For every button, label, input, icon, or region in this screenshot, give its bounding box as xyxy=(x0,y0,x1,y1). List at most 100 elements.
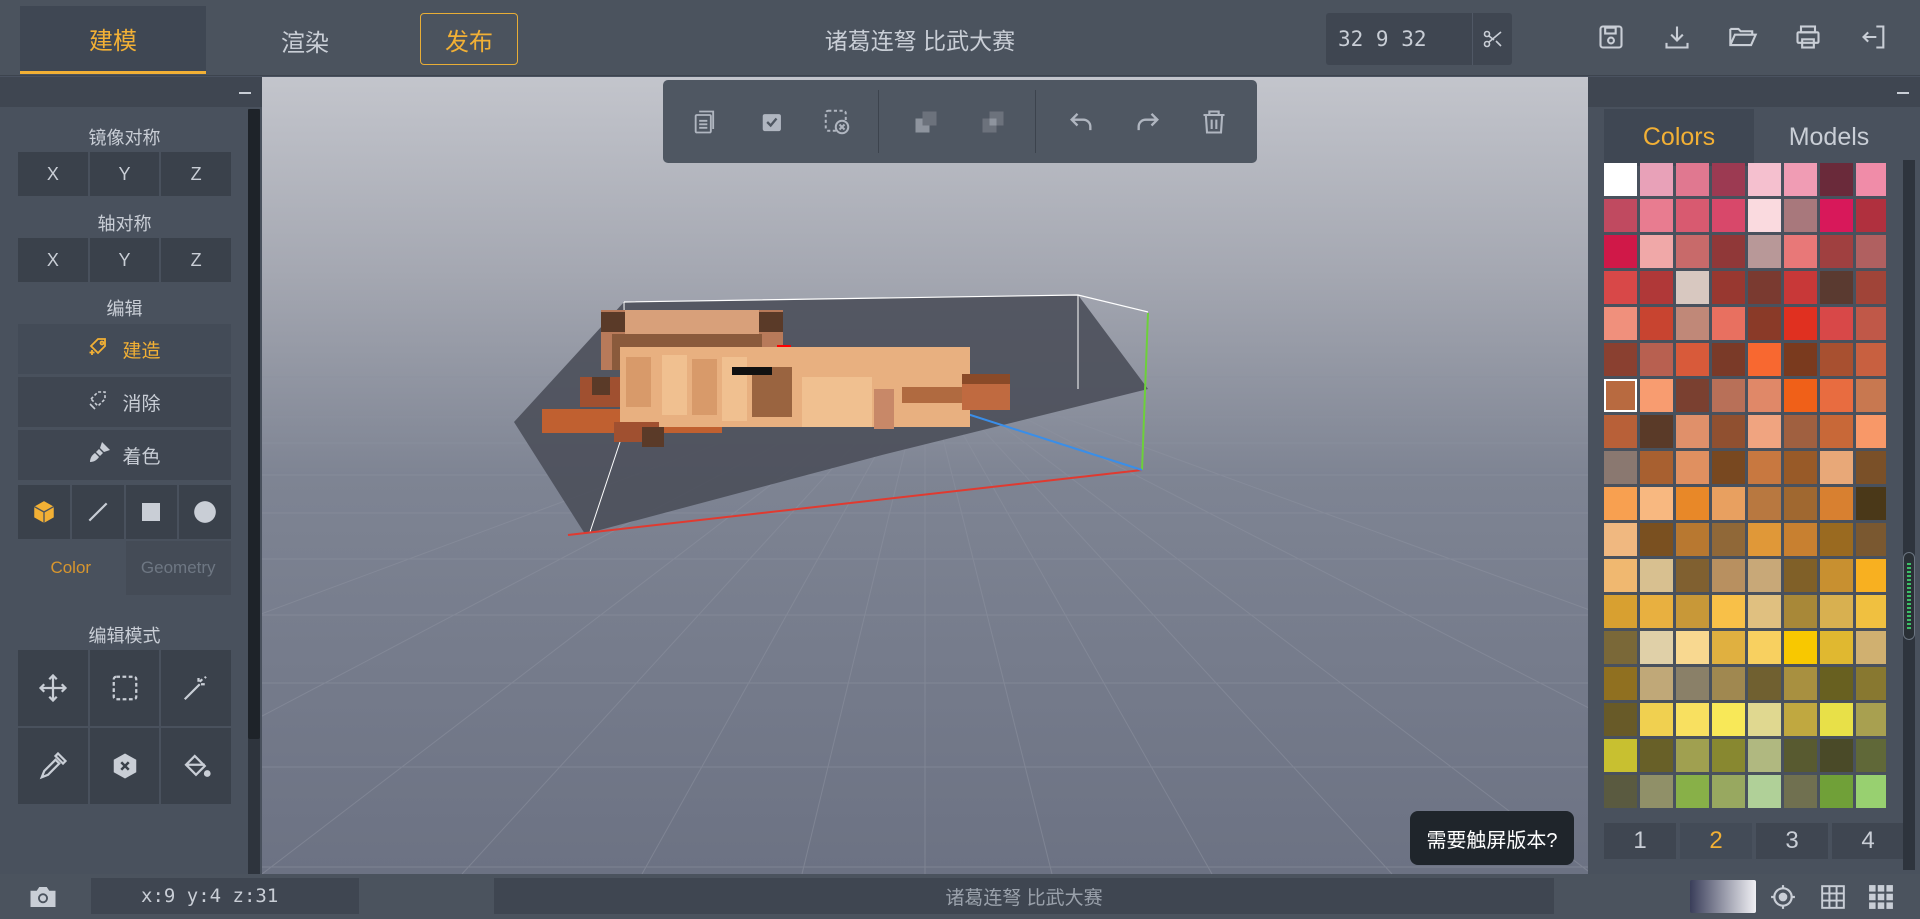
palette-scroll-thumb[interactable] xyxy=(1903,552,1915,640)
copy-icon[interactable] xyxy=(685,102,725,142)
color-swatch[interactable] xyxy=(1784,595,1817,628)
undo-icon[interactable] xyxy=(1061,102,1101,142)
color-swatch[interactable] xyxy=(1712,775,1745,808)
magic-wand-icon[interactable] xyxy=(161,650,232,726)
color-swatch[interactable] xyxy=(1856,199,1886,232)
color-swatch[interactable] xyxy=(1712,343,1745,376)
color-swatch[interactable] xyxy=(1640,379,1673,412)
color-swatch[interactable] xyxy=(1748,559,1781,592)
color-swatch[interactable] xyxy=(1856,703,1886,736)
color-swatch[interactable] xyxy=(1712,703,1745,736)
color-swatch[interactable] xyxy=(1604,307,1637,340)
color-swatch[interactable] xyxy=(1676,415,1709,448)
publish-button[interactable]: 发布 xyxy=(420,13,518,65)
target-icon[interactable] xyxy=(1768,882,1798,912)
3d-viewport[interactable] xyxy=(262,77,1588,874)
square-icon[interactable] xyxy=(125,485,178,539)
dimensions-field[interactable]: 32 9 32 xyxy=(1326,13,1512,65)
color-swatch[interactable] xyxy=(1712,667,1745,700)
color-swatch[interactable] xyxy=(1820,595,1853,628)
color-swatch[interactable] xyxy=(1604,451,1637,484)
folder-open-icon[interactable] xyxy=(1726,20,1760,54)
color-swatch[interactable] xyxy=(1856,451,1886,484)
color-swatch[interactable] xyxy=(1748,667,1781,700)
merge-icon[interactable] xyxy=(906,102,946,142)
color-swatch[interactable] xyxy=(1676,487,1709,520)
color-swatch[interactable] xyxy=(1640,235,1673,268)
color-swatch[interactable] xyxy=(1712,559,1745,592)
grid-bold-icon[interactable] xyxy=(1866,882,1896,912)
color-swatch[interactable] xyxy=(1712,739,1745,772)
color-swatch[interactable] xyxy=(1676,379,1709,412)
paint-bucket-icon[interactable] xyxy=(161,728,232,804)
color-swatch[interactable] xyxy=(1784,271,1817,304)
color-swatch[interactable] xyxy=(1820,739,1853,772)
color-swatch[interactable] xyxy=(1748,631,1781,664)
color-swatch[interactable] xyxy=(1820,703,1853,736)
color-swatch[interactable] xyxy=(1640,523,1673,556)
color-swatch[interactable] xyxy=(1712,595,1745,628)
color-swatch[interactable] xyxy=(1712,163,1745,196)
paint-mode-button[interactable]: 着色 xyxy=(18,430,231,480)
color-swatch[interactable] xyxy=(1748,523,1781,556)
color-swatch[interactable] xyxy=(1856,739,1886,772)
color-swatch[interactable] xyxy=(1856,523,1886,556)
color-swatch[interactable] xyxy=(1712,379,1745,412)
color-swatch[interactable] xyxy=(1784,559,1817,592)
color-swatch[interactable] xyxy=(1712,487,1745,520)
color-swatch[interactable] xyxy=(1604,667,1637,700)
tab-render[interactable]: 渲染 xyxy=(210,6,400,74)
color-swatch[interactable] xyxy=(1676,199,1709,232)
color-swatch[interactable] xyxy=(1820,523,1853,556)
color-swatch[interactable] xyxy=(1604,739,1637,772)
color-swatch[interactable] xyxy=(1820,271,1853,304)
background-gradient-swatch[interactable] xyxy=(1690,880,1756,913)
color-swatch[interactable] xyxy=(1820,559,1853,592)
color-swatch[interactable] xyxy=(1784,451,1817,484)
remove-hex-icon[interactable] xyxy=(89,728,160,804)
color-swatch[interactable] xyxy=(1676,739,1709,772)
select-box-icon[interactable] xyxy=(89,650,160,726)
color-swatch[interactable] xyxy=(1604,235,1637,268)
color-swatch[interactable] xyxy=(1820,415,1853,448)
left-scrollbar[interactable] xyxy=(248,109,260,874)
color-swatch[interactable] xyxy=(1640,307,1673,340)
color-swatch[interactable] xyxy=(1676,235,1709,268)
tab-colors[interactable]: Colors xyxy=(1604,109,1754,166)
tab-models[interactable]: Models xyxy=(1754,109,1904,166)
color-swatch[interactable] xyxy=(1640,163,1673,196)
color-swatch[interactable] xyxy=(1820,163,1853,196)
color-swatch[interactable] xyxy=(1604,271,1637,304)
tab-color[interactable]: Color xyxy=(18,541,124,595)
color-swatch[interactable] xyxy=(1640,487,1673,520)
color-swatch[interactable] xyxy=(1748,595,1781,628)
color-swatch[interactable] xyxy=(1604,163,1637,196)
color-swatch[interactable] xyxy=(1784,775,1817,808)
palette-page-button[interactable]: 3 xyxy=(1756,823,1828,859)
color-swatch[interactable] xyxy=(1604,775,1637,808)
touch-version-tip[interactable]: 需要触屏版本? xyxy=(1410,811,1574,865)
color-swatch[interactable] xyxy=(1640,775,1673,808)
color-swatch[interactable] xyxy=(1820,451,1853,484)
color-swatch[interactable] xyxy=(1784,523,1817,556)
color-swatch[interactable] xyxy=(1748,343,1781,376)
axis-x-button[interactable]: X xyxy=(18,238,88,282)
mirror-z-button[interactable]: Z xyxy=(161,152,232,196)
color-swatch[interactable] xyxy=(1604,631,1637,664)
line-icon[interactable] xyxy=(71,485,124,539)
axis-y-button[interactable]: Y xyxy=(89,238,160,282)
color-swatch[interactable] xyxy=(1784,379,1817,412)
color-swatch[interactable] xyxy=(1604,379,1637,412)
redo-icon[interactable] xyxy=(1128,102,1168,142)
color-swatch[interactable] xyxy=(1604,559,1637,592)
color-swatch[interactable] xyxy=(1604,523,1637,556)
color-swatch[interactable] xyxy=(1712,631,1745,664)
color-swatch[interactable] xyxy=(1856,343,1886,376)
color-swatch[interactable] xyxy=(1820,631,1853,664)
color-swatch[interactable] xyxy=(1640,559,1673,592)
color-swatch[interactable] xyxy=(1604,199,1637,232)
color-swatch[interactable] xyxy=(1856,595,1886,628)
color-swatch[interactable] xyxy=(1676,523,1709,556)
color-swatch[interactable] xyxy=(1676,451,1709,484)
collapse-right-icon[interactable] xyxy=(1896,86,1910,100)
